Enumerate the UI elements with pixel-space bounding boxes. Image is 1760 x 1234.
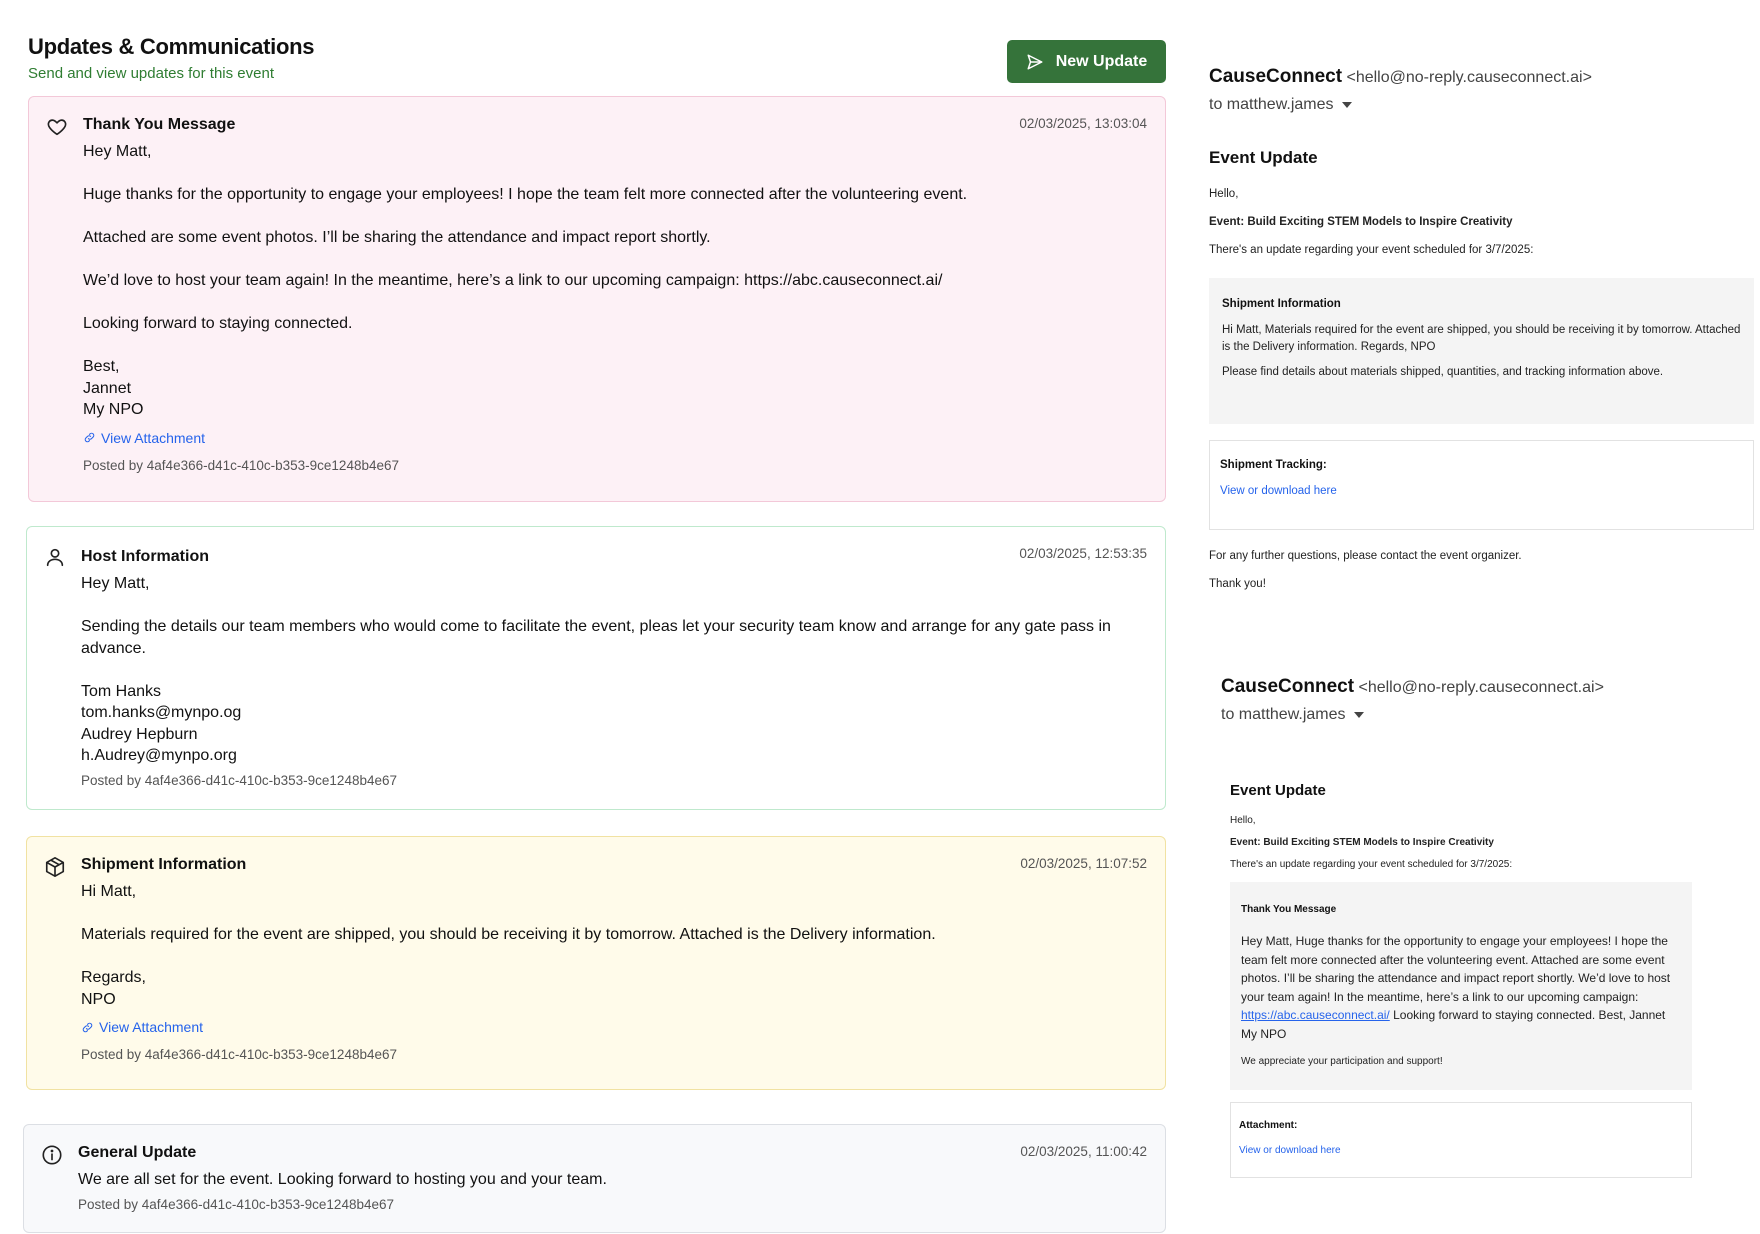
email-event-line: Event: Build Exciting STEM Models to Ins… [1209,216,1513,228]
email-recipient: to matthew.james [1209,96,1334,113]
email-box-title: Shipment Information [1222,298,1341,310]
view-download-link[interactable]: View or download here [1220,485,1743,497]
attachment-label: View Attachment [101,429,206,446]
page-title: Updates & Communications [28,34,315,59]
email-greeting: Hello, [1230,815,1256,826]
update-type: General Update [78,1144,197,1161]
update-timestamp: 02/03/2025, 11:07:52 [1020,856,1147,871]
package-icon [45,857,65,877]
email-preview-thank-you: CauseConnect <hello@no-reply.causeconnec… [1221,676,1692,1178]
updates-panel: Updates & Communications Send and view u… [28,30,1166,90]
update-type: Shipment Information [81,856,247,873]
update-card-shipment: Shipment Information 02/03/2025, 11:07:5… [26,836,1166,1090]
update-timestamp: 02/03/2025, 11:00:42 [1020,1144,1147,1159]
user-icon [46,548,64,567]
new-update-button[interactable]: New Update [1007,40,1166,83]
email-preview-shipment: CauseConnect <hello@no-reply.causeconnec… [1209,66,1754,590]
update-body: We are all set for the event. Looking fo… [78,1171,607,1188]
heart-icon [47,119,67,136]
email-box-note: Please find details about materials ship… [1222,366,1664,378]
email-sender-address: <hello@no-reply.causeconnect.ai> [1346,69,1592,86]
page-subtitle: Send and view updates for this event [28,65,274,82]
send-icon [1027,54,1043,69]
email-content-box: Thank You Message Hey Matt, Huge thanks … [1230,882,1692,1090]
email-sender-address: <hello@no-reply.causeconnect.ai> [1358,679,1604,696]
update-card-general: General Update 02/03/2025, 11:00:42 We a… [23,1124,1166,1233]
email-box-title: Thank You Message [1241,904,1337,915]
email-scheduled-line: There's an update regarding your event s… [1230,859,1513,870]
posted-by: Posted by 4af4e366-d41c-410c-b353-9ce124… [78,1196,394,1212]
email-recipient-toggle[interactable]: to matthew.james [1221,706,1691,724]
email-sender-line: CauseConnect <hello@no-reply.causeconnec… [1209,66,1754,88]
update-timestamp: 02/03/2025, 12:53:35 [1019,546,1147,561]
update-body: Hey Matt, Huge thanks for the opportunit… [83,143,968,418]
campaign-link[interactable]: https://abc.causeconnect.ai/ [1241,1008,1390,1022]
view-attachment-link[interactable]: View Attachment [81,1019,1147,1035]
email-box-text-before: Hey Matt, Huge thanks for the opportunit… [1241,934,1671,1004]
email-sender-line: CauseConnect <hello@no-reply.causeconnec… [1221,676,1691,698]
posted-by: Posted by 4af4e366-d41c-410c-b353-9ce124… [83,457,399,473]
email-greeting: Hello, [1209,188,1239,200]
email-heading: Event Update [1230,782,1326,799]
update-timestamp: 02/03/2025, 13:03:04 [1019,116,1147,131]
email-content-box: Shipment Information Hi Matt, Materials … [1209,278,1754,424]
panel-header: Updates & Communications Send and view u… [28,34,1166,90]
posted-by: Posted by 4af4e366-d41c-410c-b353-9ce124… [81,772,397,788]
view-download-link[interactable]: View or download here [1239,1145,1683,1156]
link-icon [84,432,95,443]
email-link-box: Shipment Tracking: View or download here [1209,440,1754,530]
email-link-box-title: Attachment: [1239,1120,1298,1131]
update-card-thank-you: Thank You Message 02/03/2025, 13:03:04 H… [28,96,1166,502]
email-scheduled-line: There's an update regarding your event s… [1209,244,1534,256]
caret-down-icon [1353,712,1364,718]
email-heading: Event Update [1209,148,1318,167]
email-box-text: Hi Matt, Materials required for the even… [1222,324,1741,353]
update-body: Hey Matt, Sending the details our team m… [81,575,1111,764]
email-closing: For any further questions, please contac… [1209,550,1522,562]
email-recipient: to matthew.james [1221,706,1346,723]
posted-by: Posted by 4af4e366-d41c-410c-b353-9ce124… [81,1047,397,1062]
update-type: Host Information [81,548,209,565]
update-body: Hi Matt, Materials required for the even… [81,883,936,1008]
email-thanks: Thank you! [1209,578,1266,590]
email-event-line: Event: Build Exciting STEM Models to Ins… [1230,837,1494,848]
email-sender: CauseConnect [1221,676,1355,697]
new-update-label: New Update [1055,52,1148,70]
update-card-host-info: Host Information 02/03/2025, 12:53:35 He… [26,526,1166,810]
link-icon [82,1022,93,1032]
view-attachment-link[interactable]: View Attachment [83,430,1147,446]
email-link-box: Attachment: View or download here [1230,1102,1692,1178]
update-type: Thank You Message [83,116,236,133]
email-link-box-title: Shipment Tracking: [1220,459,1327,471]
info-icon [42,1145,62,1165]
attachment-label: View Attachment [99,1019,204,1035]
email-recipient-toggle[interactable]: to matthew.james [1209,96,1754,114]
email-box-note: We appreciate your participation and sup… [1241,1056,1443,1067]
email-box-text: Hey Matt, Huge thanks for the opportunit… [1241,932,1681,1043]
email-sender: CauseConnect [1209,66,1343,87]
caret-down-icon [1341,102,1352,108]
